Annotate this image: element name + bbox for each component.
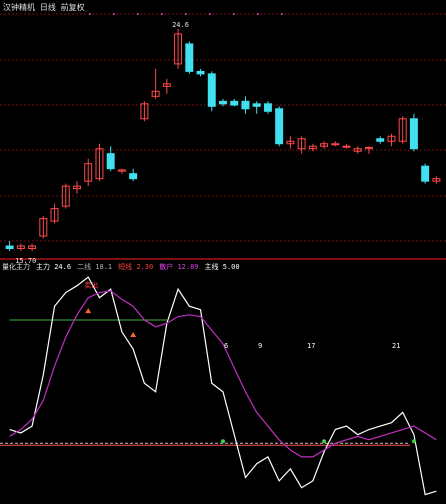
indicator-tick-label: 17 — [307, 342, 315, 350]
candle-body — [129, 173, 138, 180]
grid-marker — [89, 13, 91, 15]
candle-body — [376, 138, 385, 142]
grid-marker — [161, 13, 163, 15]
retail-line — [9, 290, 437, 458]
sell-signal-label: 卖出 — [84, 281, 98, 290]
buy-signal-dot — [322, 439, 327, 444]
chart-title: 汉钟精机 日线 前复权 — [3, 3, 85, 12]
indicator-legend: 量化主力 主力 24.6 二线 18.1 短线 2.30 散户 12.89 主线… — [2, 262, 240, 272]
indicator-tick-label: 6 — [224, 342, 228, 350]
candle-body — [5, 245, 14, 250]
candle-body — [252, 103, 261, 107]
indicator-item-main: 主力 24.6 — [36, 263, 72, 271]
candle-body — [207, 73, 216, 107]
indicator-tick-label: 9 — [258, 342, 262, 350]
sell-signal-arrow — [130, 332, 137, 338]
candle-body — [409, 118, 418, 150]
candle-body — [241, 100, 250, 110]
candle-body — [331, 143, 340, 146]
buy-signal-dot — [411, 439, 416, 444]
main-force-line — [9, 276, 437, 496]
grid-marker — [209, 13, 211, 15]
sell-signal-arrow — [85, 308, 92, 314]
high-price-marker: 24.6 — [172, 21, 189, 29]
grid-marker — [137, 13, 139, 15]
indicator-name: 量化主力 — [2, 263, 30, 271]
buy-signal-dot — [221, 439, 225, 444]
chart-canvas[interactable]: 24.615.70卖出6 9 17 21 — [0, 0, 446, 500]
stock-chart-screen: 24.6 15.70 卖出 6 9 17 21 汉钟精机 日线 前复权 量化主力 主力 24… — [0, 0, 446, 500]
grid-marker — [113, 13, 115, 15]
grid-marker — [281, 13, 283, 15]
candle-body — [230, 100, 239, 106]
candle-body — [219, 100, 227, 105]
candle-body — [106, 153, 115, 170]
grid-marker — [257, 13, 259, 15]
indicator-item-retail: 散户 12.89 — [159, 263, 199, 271]
indicator-tick-label: 21 — [392, 342, 400, 350]
candle-body — [342, 145, 351, 148]
candle-body — [275, 108, 284, 145]
grid-marker — [233, 13, 235, 15]
indicator-item-second: 二线 18.1 — [77, 263, 113, 271]
candle-body — [196, 70, 205, 75]
grid-marker — [185, 13, 187, 15]
candle-body — [185, 43, 194, 72]
indicator-item-short: 短线 2.30 — [118, 263, 154, 271]
candle-body — [263, 103, 272, 112]
candle-body — [421, 165, 430, 182]
indicator-item-mainline: 主线 5.00 — [204, 263, 240, 271]
